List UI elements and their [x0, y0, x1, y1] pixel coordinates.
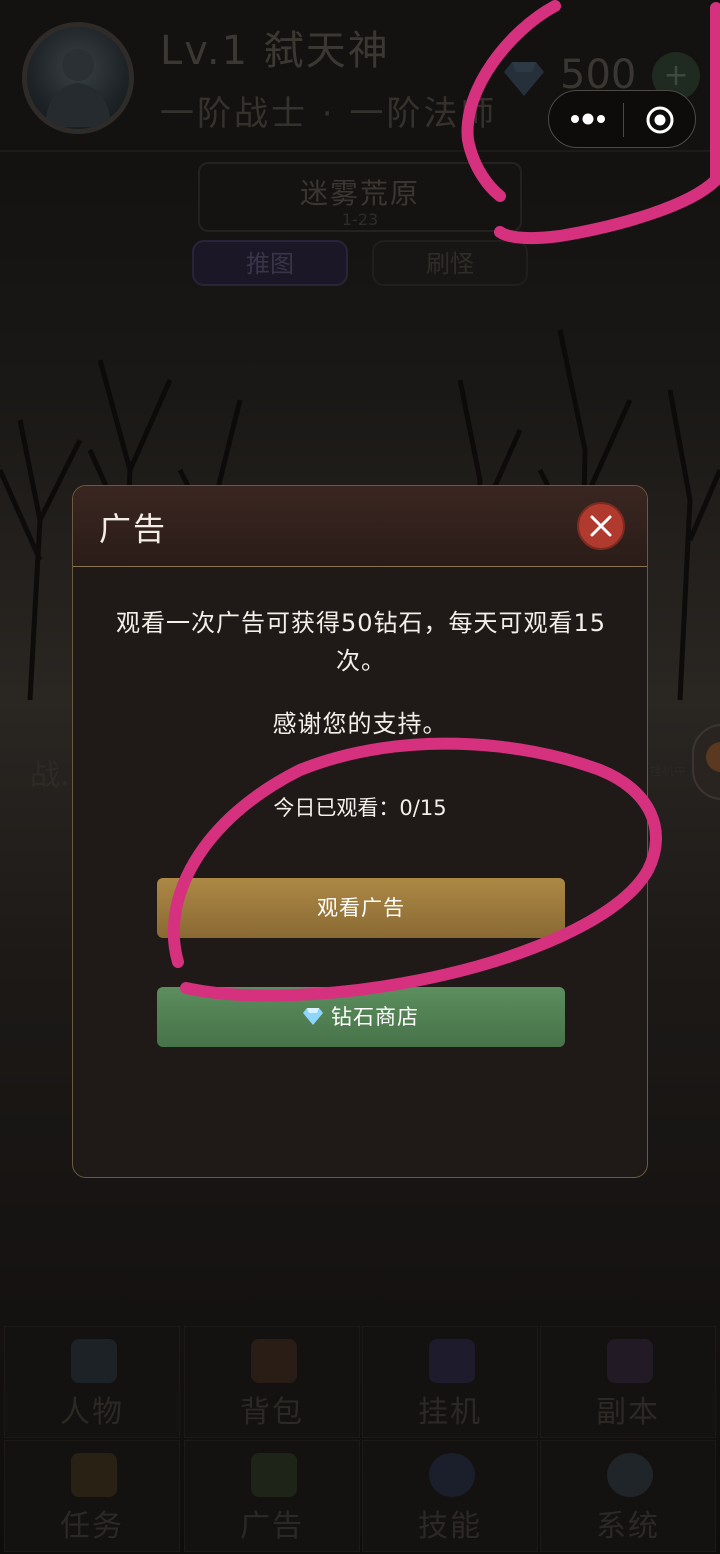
- watched-count-row: 今日已观看：0/15: [73, 792, 647, 822]
- skill-icon: [429, 1453, 475, 1497]
- mini-program-capsule: [548, 90, 696, 148]
- nav-item-character[interactable]: 人物: [4, 1326, 180, 1438]
- dungeon-icon: [607, 1339, 653, 1383]
- nav-item-quest[interactable]: 任务: [4, 1440, 180, 1552]
- map-name: 迷雾荒原: [299, 177, 420, 210]
- side-float-icon: [706, 742, 720, 772]
- nav-label: 任务: [60, 1509, 124, 1544]
- nav-item-backpack[interactable]: 背包: [184, 1326, 360, 1438]
- nav-label: 广告: [240, 1509, 304, 1544]
- idle-icon: [429, 1339, 475, 1383]
- watched-label: 今日已观看：: [273, 796, 400, 820]
- tab-farm-monsters[interactable]: 刷怪: [372, 240, 528, 286]
- side-float-text: 挂机中: [650, 764, 687, 778]
- modal-title: 广告: [99, 510, 168, 548]
- nav-label: 副本: [596, 1395, 660, 1430]
- nav-label: 技能: [418, 1509, 482, 1544]
- system-gear-icon: [607, 1453, 653, 1497]
- player-level-name: Lv.1 弑天神: [160, 28, 390, 74]
- more-dots-icon[interactable]: [569, 107, 609, 131]
- nav-label: 背包: [240, 1395, 304, 1430]
- map-stage: 1-23: [341, 210, 379, 229]
- ad-icon: [251, 1453, 297, 1497]
- diamond-icon: [504, 62, 544, 96]
- ad-description: 观看一次广告可获得50钻石，每天可观看15次。: [115, 609, 607, 675]
- mini-program-close-icon[interactable]: [645, 105, 675, 135]
- nav-item-idle[interactable]: 挂机: [362, 1326, 538, 1438]
- watched-count: 0/15: [399, 796, 447, 820]
- backpack-icon: [251, 1339, 297, 1383]
- modal-close-button[interactable]: [577, 502, 625, 550]
- diamond-shop-button[interactable]: 钻石商店: [157, 987, 565, 1047]
- player-avatar[interactable]: [22, 22, 134, 134]
- nav-label: 系统: [596, 1509, 660, 1544]
- ad-modal: 广告 观看一次广告可获得50钻石，每天可观看15次。 感谢您的支持。 今日已观看…: [72, 485, 648, 1178]
- capsule-divider: [623, 103, 624, 137]
- player-class: 一阶战士 · 一阶法师: [160, 94, 498, 134]
- modal-header: 广告: [73, 486, 647, 567]
- character-icon: [71, 1339, 117, 1383]
- header-divider: [0, 150, 720, 152]
- nav-label: 挂机: [418, 1395, 482, 1430]
- map-selector[interactable]: 迷雾荒原 1-23: [198, 162, 522, 232]
- quest-scroll-icon: [71, 1453, 117, 1497]
- nav-item-ad[interactable]: 广告: [184, 1440, 360, 1552]
- bottom-nav: 人物 背包 挂机 副本 任务 广告 技能 系统: [0, 1326, 720, 1554]
- nav-item-skill[interactable]: 技能: [362, 1440, 538, 1552]
- diamond-icon: [303, 1008, 323, 1025]
- nav-label: 人物: [60, 1395, 124, 1430]
- close-icon: [590, 515, 612, 537]
- thanks-text: 感谢您的支持。: [272, 710, 448, 738]
- watch-ad-button[interactable]: 观看广告: [157, 878, 565, 938]
- warrior-portrait-icon: [45, 49, 111, 127]
- nav-item-dungeon[interactable]: 副本: [540, 1326, 716, 1438]
- nav-item-system[interactable]: 系统: [540, 1440, 716, 1552]
- tab-push-stage[interactable]: 推图: [192, 240, 348, 286]
- diamond-shop-label: 钻石商店: [331, 1005, 419, 1029]
